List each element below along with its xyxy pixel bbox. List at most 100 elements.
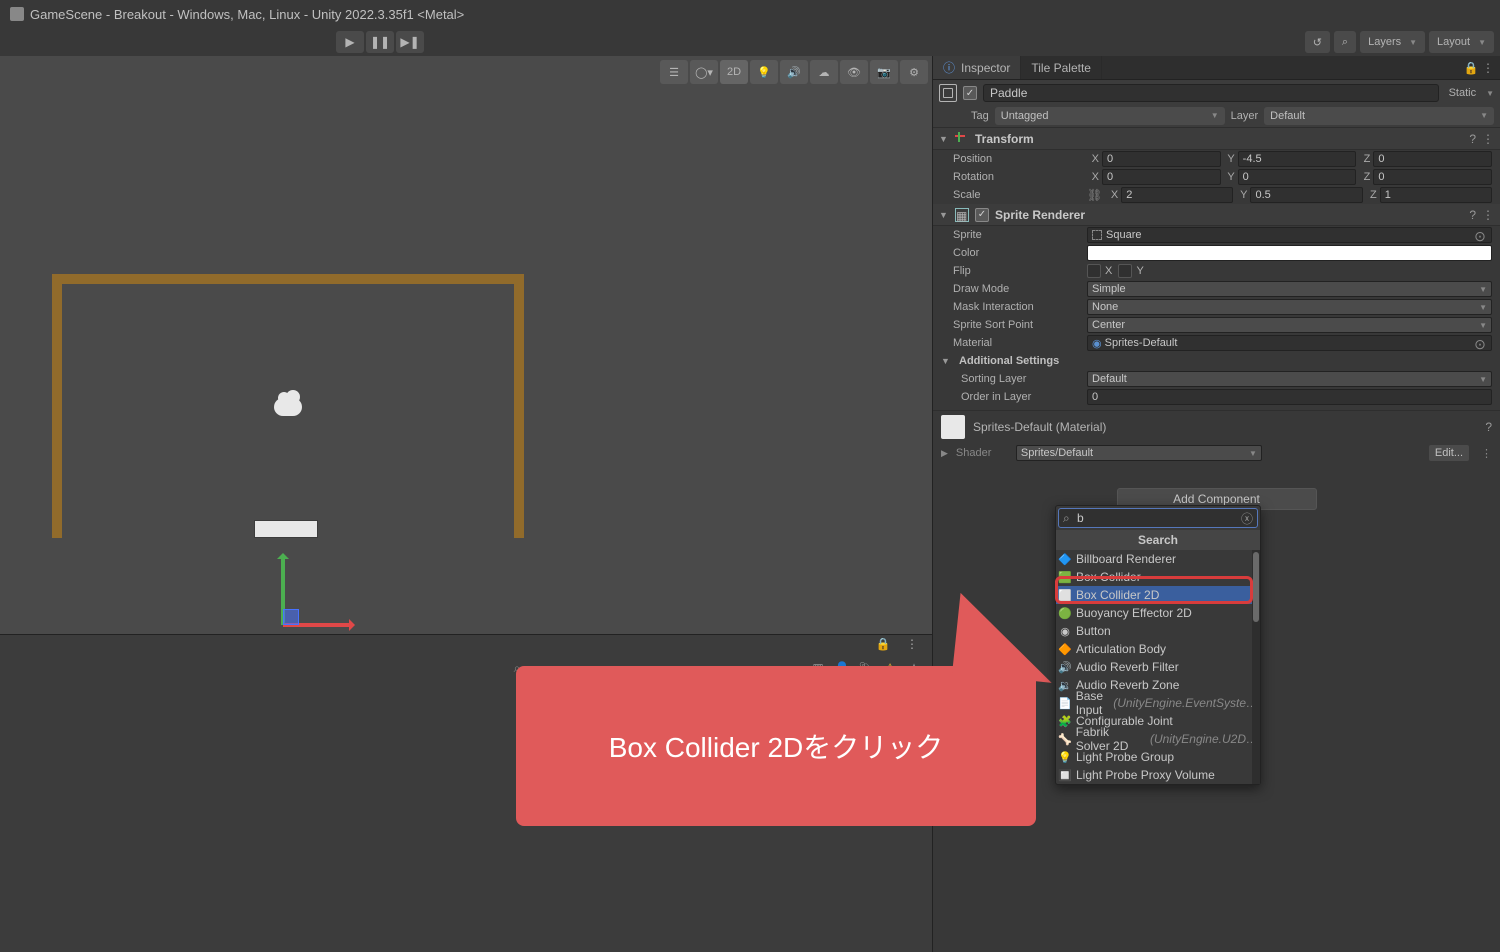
window-title: GameScene - Breakout - Windows, Mac, Lin… (30, 7, 464, 22)
undo-history-icon[interactable]: ↺ (1305, 31, 1330, 53)
search-heading: Search (1056, 530, 1260, 550)
order-in-layer-field[interactable]: 0 (1087, 389, 1492, 405)
fold-icon[interactable]: ▼ (941, 356, 953, 366)
mode-2d-toggle[interactable]: 2D (720, 60, 748, 84)
tag-dropdown[interactable]: Untagged▼ (995, 107, 1225, 125)
component-result-item[interactable]: ⬜Box Collider 2D (1056, 586, 1260, 604)
tab-inspector[interactable]: ⓘInspector (933, 56, 1021, 79)
fold-icon[interactable]: ▼ (939, 134, 949, 144)
gameobject-name-field[interactable]: Paddle (983, 84, 1439, 102)
component-result-item[interactable]: 💡Light Probe Group (1056, 748, 1260, 766)
camera-gizmo-icon[interactable] (274, 398, 302, 416)
component-label: Billboard Renderer (1076, 552, 1176, 566)
fx-icon[interactable]: ☁ (810, 60, 838, 84)
help-icon[interactable]: ? (1469, 132, 1476, 146)
menu-icon[interactable]: ⋮ (1481, 447, 1492, 460)
add-component-search-popup: ⓧ Search 🔷 Billboard Renderer 🟩Box Collide… (1055, 505, 1261, 785)
component-search-results: 🔷 Billboard Renderer 🟩Box Collider⬜Box Col… (1056, 550, 1260, 784)
component-label: Light Probe Proxy Volume (1076, 768, 1215, 782)
pause-button[interactable]: ❚❚ (366, 31, 394, 53)
gizmo-visibility-icon[interactable]: 👁 (840, 60, 868, 84)
help-icon[interactable]: ? (1485, 420, 1492, 434)
tag-layer-row: Tag Untagged▼ Layer Default▼ (933, 106, 1500, 128)
component-result-item[interactable]: 🦴Fabrik Solver 2D (UnityEngine.U2D… (1056, 730, 1260, 748)
main-toolbar: ▶ ❚❚ ▶❚ ↺ ⌕ Layers▼ Layout▼ (0, 28, 1500, 56)
gameobject-icon[interactable] (939, 84, 957, 102)
menu-icon[interactable]: ⋮ (1482, 208, 1494, 222)
flip-x-checkbox[interactable] (1087, 264, 1101, 278)
component-result-item[interactable]: 🔷 Billboard Renderer (1056, 550, 1260, 568)
rotation-y-field[interactable]: 0 (1238, 169, 1357, 185)
dropdown-icon[interactable]: ☰ (660, 60, 688, 84)
position-z-field[interactable]: 0 (1373, 151, 1492, 167)
active-checkbox[interactable]: ✓ (963, 86, 977, 100)
mask-interaction-dropdown[interactable]: None▼ (1087, 299, 1492, 315)
sprite-renderer-header[interactable]: ▼ ▦ ✓ Sprite Renderer ?⋮ (933, 204, 1500, 226)
component-type-icon: 🔷 (1058, 552, 1072, 566)
component-result-item[interactable]: 🔶Articulation Body (1056, 640, 1260, 658)
play-button[interactable]: ▶ (336, 31, 364, 53)
tab-tile-palette[interactable]: Tile Palette (1021, 56, 1102, 79)
rotation-z-field[interactable]: 0 (1373, 169, 1492, 185)
component-label: Articulation Body (1076, 642, 1166, 656)
clear-icon[interactable]: ⓧ (1241, 510, 1253, 527)
layer-label: Layer (1231, 110, 1259, 122)
fold-icon[interactable]: ▼ (939, 210, 949, 220)
flip-y-checkbox[interactable] (1118, 264, 1132, 278)
static-dropdown-icon[interactable]: ▼ (1486, 89, 1494, 98)
component-label: Box Collider (1076, 570, 1141, 584)
expand-icon[interactable]: ▶ (941, 448, 948, 459)
inspector-lock-icon[interactable]: 🔒 ⋮ (1458, 56, 1500, 79)
draw-mode-dropdown[interactable]: Simple▼ (1087, 281, 1492, 297)
light-icon[interactable]: 💡 (750, 60, 778, 84)
step-button[interactable]: ▶❚ (396, 31, 424, 53)
scene-viewport-area[interactable]: ⋮ ☰ ◯▾ 2D 💡 🔊 ☁ 👁 📷 ⚙ (0, 56, 932, 634)
gizmos-toggle-icon[interactable]: ⚙ (900, 60, 928, 84)
component-result-item[interactable]: 🔲Light Probe Proxy Volume (1056, 766, 1260, 784)
panel-lock-icons[interactable]: 🔒 ⋮ (876, 637, 924, 651)
enabled-checkbox[interactable]: ✓ (975, 208, 989, 222)
sort-point-dropdown[interactable]: Center▼ (1087, 317, 1492, 333)
scale-x-field[interactable]: 2 (1121, 187, 1233, 203)
component-result-item[interactable]: ◉Button (1056, 622, 1260, 640)
color-field[interactable]: ✎ (1087, 245, 1492, 261)
component-type-icon: 🟢 (1058, 606, 1072, 620)
scale-y-field[interactable]: 0.5 (1250, 187, 1362, 203)
layers-dropdown[interactable]: Layers▼ (1360, 31, 1425, 53)
gameobject-header: ✓ Paddle Static ▼ (933, 80, 1500, 106)
component-result-item[interactable]: 🟢Buoyancy Effector 2D (1056, 604, 1260, 622)
component-result-item[interactable]: 🔊Audio Reverb Filter (1056, 658, 1260, 676)
sorting-layer-dropdown[interactable]: Default▼ (1087, 371, 1492, 387)
scale-z-field[interactable]: 1 (1380, 187, 1492, 203)
rotation-x-field[interactable]: 0 (1102, 169, 1221, 185)
component-label: Fabrik Solver 2D (1076, 725, 1146, 753)
audio-icon[interactable]: 🔊 (780, 60, 808, 84)
position-y-field[interactable]: -4.5 (1238, 151, 1357, 167)
constrain-icon[interactable]: ⛓ (1087, 188, 1102, 202)
component-type-icon: 💡 (1058, 750, 1072, 764)
component-namespace: (UnityEngine.U2D… (1150, 732, 1258, 746)
shader-dropdown[interactable]: Sprites/Default▼ (1016, 445, 1262, 461)
paddle-sprite[interactable] (254, 520, 318, 538)
scrollbar[interactable] (1252, 550, 1260, 784)
component-result-item[interactable]: 🟩Box Collider (1056, 568, 1260, 586)
orbit-icon[interactable]: ◯▾ (690, 60, 718, 84)
search-global-icon[interactable]: ⌕ (1334, 31, 1356, 53)
transform-component-header[interactable]: ▼ Transform ?⋮ (933, 128, 1500, 150)
material-field[interactable]: ◉ Sprites-Default⊙ (1087, 335, 1492, 351)
menu-icon[interactable]: ⋮ (1482, 132, 1494, 146)
component-result-item[interactable]: 📄Base Input (UnityEngine.EventSyste… (1056, 694, 1260, 712)
material-block[interactable]: Sprites-Default (Material) ? (933, 410, 1500, 442)
gizmo-xy-plane[interactable] (283, 609, 299, 625)
help-icon[interactable]: ? (1469, 208, 1476, 222)
tag-label: Tag (971, 110, 989, 122)
static-label[interactable]: Static (1445, 87, 1481, 99)
component-search-field[interactable]: ⓧ (1058, 508, 1258, 528)
layout-dropdown[interactable]: Layout▼ (1429, 31, 1494, 53)
component-type-icon: 🔊 (1058, 660, 1072, 674)
position-x-field[interactable]: 0 (1102, 151, 1221, 167)
camera-icon[interactable]: 📷 (870, 60, 898, 84)
edit-button[interactable]: Edit... (1429, 445, 1469, 461)
sprite-field[interactable]: Square⊙ (1087, 227, 1492, 243)
layer-dropdown[interactable]: Default▼ (1264, 107, 1494, 125)
